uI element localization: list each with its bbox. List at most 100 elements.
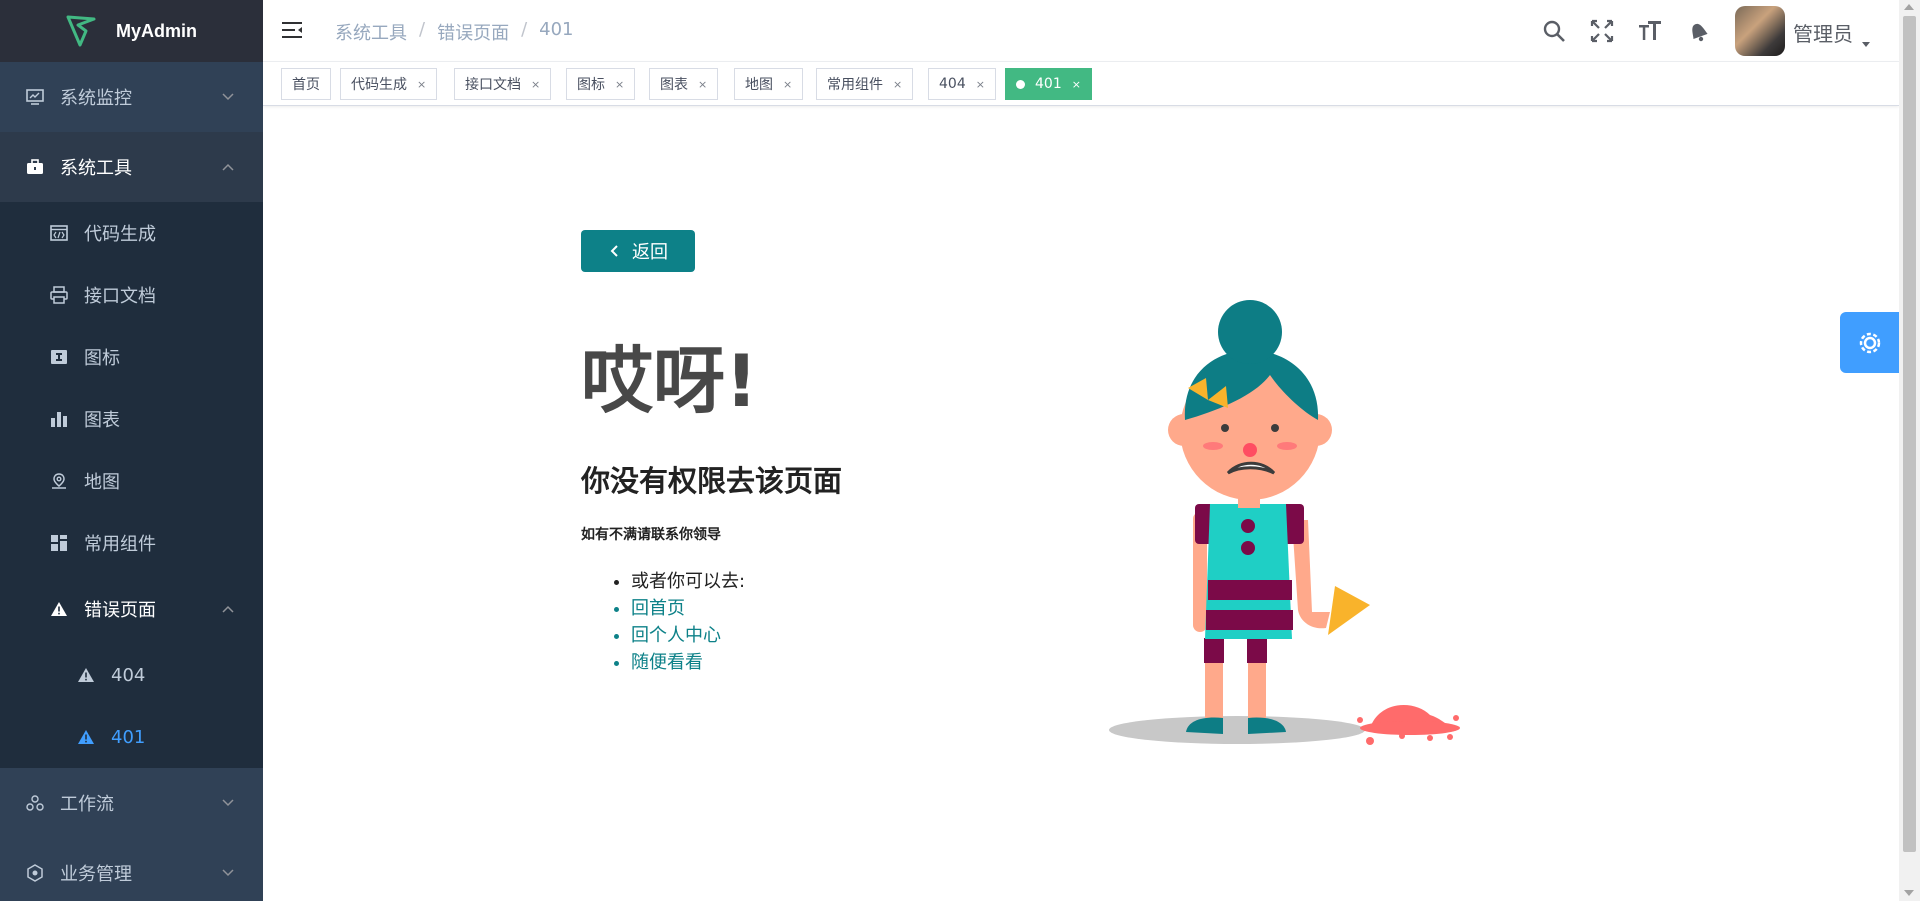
monitor-icon [24,86,46,108]
breadcrumb-item[interactable]: 系统工具 [335,19,407,45]
sidebar-item-label: 图标 [84,348,120,369]
notifications-button[interactable] [1685,18,1711,44]
sidebar-item-code-gen[interactable]: 代码生成 [0,202,263,264]
breadcrumb-item[interactable]: 错误页面 [437,19,509,45]
error-headline: 哎呀! [581,339,758,423]
error-notice: 如有不满请联系你领导 [581,527,721,543]
close-icon[interactable]: × [531,78,540,91]
tag-404[interactable]: 404 × [928,68,996,100]
sidebar-item-label: 系统监控 [60,88,132,109]
submenu-system-tools: 代码生成 接口文档 图标 图表 地图 常用组件 错误页面 404 401 [0,202,263,768]
warning-icon [75,726,97,748]
font-size-button[interactable] [1637,18,1663,44]
submenu-error-pages: 404 401 [0,644,263,768]
sidebar-item-charts[interactable]: 图表 [0,388,263,450]
search-icon [1543,20,1565,42]
sidebar-item-label: 地图 [84,472,120,493]
tag-icons[interactable]: 图标 × [566,68,636,100]
bell-icon [1692,23,1708,42]
sidebar-item-map[interactable]: 地图 [0,450,263,512]
tag-label: 401 [1035,76,1062,92]
link-profile[interactable]: 回个人中心 [631,622,745,649]
sidebar-lower: 工作流 业务管理 [0,768,263,901]
tag-components[interactable]: 常用组件 × [816,68,914,100]
fullscreen-icon [1590,19,1614,43]
link-home[interactable]: 回首页 [631,595,745,622]
printer-icon [48,284,70,306]
sidebar-item-404[interactable]: 404 [0,644,263,706]
breadcrumb-separator: / [521,19,528,40]
tag-code-gen[interactable]: 代码生成 × [340,68,438,100]
tag-label: 代码生成 [351,77,407,93]
scroll-up-arrow-icon[interactable] [1904,4,1914,10]
link-random[interactable]: 随便看看 [631,649,745,676]
chevron-left-icon [610,245,618,257]
sidebar-item-label: 401 [111,726,146,748]
chevron-down-icon [222,799,234,807]
link-label[interactable]: 回个人中心 [631,625,721,646]
chevron-down-icon [222,869,234,877]
chevron-down-icon [222,93,234,101]
sidebar-item-label: 接口文档 [84,286,156,307]
options-intro: 或者你可以去: [631,568,745,595]
scrollbar[interactable] [1899,0,1920,901]
sidebar: MyAdmin 系统监控 系统工具 代码生成 接口文档 图标 图表 地图 常用组… [0,0,263,901]
crying-girl-illustration [1109,300,1460,745]
tag-401[interactable]: 401 × [1005,68,1092,100]
sidebar-item-label: 404 [111,664,146,686]
tag-map[interactable]: 地图 × [734,68,804,100]
options-list: 或者你可以去: 回首页 回个人中心 随便看看 [631,568,745,676]
sidebar-item-label: 系统工具 [60,158,132,179]
workflow-icon [24,792,46,814]
tag-label: 接口文档 [465,77,521,93]
error-subheadline: 你没有权限去该页面 [581,464,843,498]
close-icon[interactable]: × [698,78,707,91]
tag-label: 首页 [292,77,320,93]
bar-chart-icon [48,408,70,430]
username[interactable]: 管理员 [1793,18,1853,47]
caret-down-icon[interactable] [1860,38,1872,50]
sidebar-item-icons[interactable]: 图标 [0,326,263,388]
breadcrumb-separator: / [419,19,426,40]
sidebar-item-components[interactable]: 常用组件 [0,512,263,574]
link-label[interactable]: 回首页 [631,598,685,619]
sidebar-item-label: 代码生成 [84,224,156,245]
close-icon[interactable]: × [893,78,902,91]
sidebar-item-workflow[interactable]: 工作流 [0,768,263,838]
close-icon[interactable]: × [615,78,624,91]
close-icon[interactable]: × [1072,78,1081,91]
avatar[interactable] [1735,6,1785,56]
breadcrumb: 系统工具 / 错误页面 / 401 [335,19,574,45]
warning-icon [48,598,70,620]
sidebar-item-label: 工作流 [60,794,114,815]
search-button[interactable] [1541,18,1567,44]
logo-mark-icon [66,15,96,47]
scroll-down-arrow-icon[interactable] [1904,890,1914,896]
close-icon[interactable]: × [976,78,985,91]
tag-charts[interactable]: 图表 × [649,68,719,100]
logo[interactable]: MyAdmin [0,0,263,62]
scroll-thumb[interactable] [1903,16,1916,852]
tag-label: 常用组件 [827,77,883,93]
settings-button[interactable] [1840,312,1899,373]
sidebar-item-system-monitor[interactable]: 系统监控 [0,62,263,132]
fullscreen-button[interactable] [1589,18,1615,44]
close-icon[interactable]: × [417,78,426,91]
hamburger-icon[interactable] [281,19,303,41]
code-icon [48,222,70,244]
sidebar-item-business[interactable]: 业务管理 [0,838,263,901]
sidebar-item-label: 错误页面 [84,600,156,621]
sidebar-item-system-tools[interactable]: 系统工具 [0,132,263,202]
link-label[interactable]: 随便看看 [631,652,703,673]
back-button[interactable]: 返回 [581,230,695,272]
sidebar-item-401[interactable]: 401 [0,706,263,768]
tag-home[interactable]: 首页 [281,68,331,100]
chevron-up-icon [222,605,234,613]
close-icon[interactable]: × [783,78,792,91]
breadcrumb-current: 401 [539,19,574,40]
icon-font-icon [48,346,70,368]
tag-label: 404 [939,76,966,92]
tag-api-docs[interactable]: 接口文档 × [454,68,552,100]
sidebar-item-error-pages[interactable]: 错误页面 [0,574,263,644]
sidebar-item-api-docs[interactable]: 接口文档 [0,264,263,326]
